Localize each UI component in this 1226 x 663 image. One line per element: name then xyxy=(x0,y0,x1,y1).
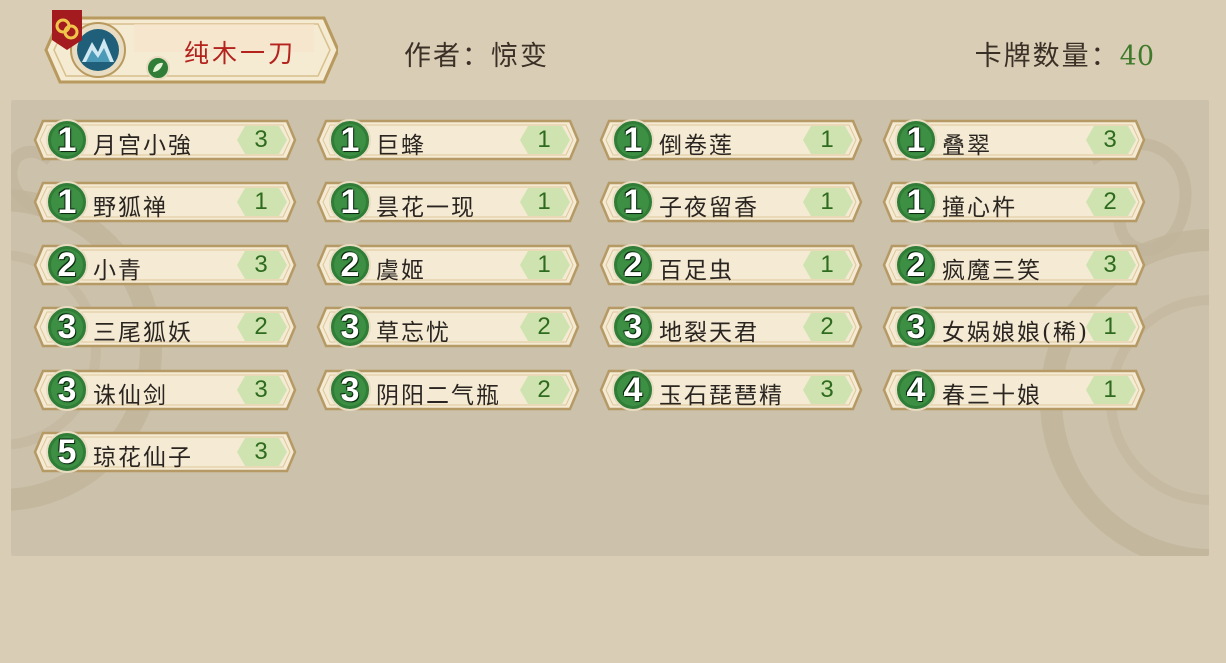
card-entry[interactable]: 1 撞心杵 2 xyxy=(882,180,1146,224)
card-name: 百足虫 xyxy=(659,258,734,284)
card-cost: 1 xyxy=(57,182,77,221)
card-quantity: 1 xyxy=(537,251,551,278)
card-name: 月宫小強 xyxy=(93,133,193,159)
author-label: 作者： xyxy=(404,41,491,72)
card-quantity: 1 xyxy=(820,251,834,278)
card-quantity: 1 xyxy=(254,188,268,215)
card-cost: 1 xyxy=(906,120,926,159)
card-cost: 1 xyxy=(340,182,360,221)
deck-title-badge[interactable]: 纯木一刀 xyxy=(38,10,338,86)
deck-header: 纯木一刀 作者：惊变 卡牌数量：40 xyxy=(0,0,1226,98)
card-cost: 3 xyxy=(340,307,360,346)
card-name: 诛仙剑 xyxy=(93,383,168,409)
card-name: 草忘忧 xyxy=(376,320,451,346)
card-list-panel: 1 月宫小強 3 1 巨蜂 1 1 倒卷莲 1 1 叠翠 3 1 野狐禅 1 1 昙花一现 1 1 子夜留香 1 1 撞心杵… xyxy=(11,100,1209,556)
card-entry[interactable]: 4 春三十娘 1 xyxy=(882,368,1146,412)
card-quantity: 3 xyxy=(254,251,268,278)
card-cost: 5 xyxy=(57,432,77,471)
card-cost: 2 xyxy=(906,245,926,284)
card-quantity: 1 xyxy=(1103,313,1117,340)
card-cost: 3 xyxy=(906,307,926,346)
card-entry[interactable]: 3 女娲娘娘(稀) 1 xyxy=(882,305,1146,349)
card-name: 野狐禅 xyxy=(93,195,168,221)
card-entry[interactable]: 1 子夜留香 1 xyxy=(599,180,863,224)
card-cost: 1 xyxy=(623,182,643,221)
card-cost: 3 xyxy=(623,307,643,346)
card-name: 虞姬 xyxy=(376,258,426,284)
card-name: 玉石琵琶精 xyxy=(659,383,784,409)
card-name: 女娲娘娘(稀) xyxy=(942,320,1089,346)
card-entry[interactable]: 3 三尾狐妖 2 xyxy=(33,305,297,349)
deck-name: 纯木一刀 xyxy=(184,39,297,68)
card-cost: 1 xyxy=(623,120,643,159)
card-name: 子夜留香 xyxy=(659,195,759,221)
card-entry[interactable]: 4 玉石琵琶精 3 xyxy=(599,368,863,412)
card-name: 春三十娘 xyxy=(942,383,1042,409)
card-entry[interactable]: 2 小青 3 xyxy=(33,243,297,287)
card-name: 三尾狐妖 xyxy=(93,320,193,346)
card-quantity: 3 xyxy=(254,438,268,465)
card-quantity: 1 xyxy=(537,126,551,153)
card-entry[interactable]: 5 琼花仙子 3 xyxy=(33,430,297,474)
card-entry[interactable]: 1 倒卷莲 1 xyxy=(599,118,863,162)
card-name: 叠翠 xyxy=(942,133,992,159)
card-quantity: 3 xyxy=(1103,251,1117,278)
card-count: 卡牌数量：40 xyxy=(975,34,1154,73)
leaf-faction-icon xyxy=(146,56,170,80)
link-icon xyxy=(52,10,82,50)
card-cost: 2 xyxy=(623,245,643,284)
card-entry[interactable]: 1 野狐禅 1 xyxy=(33,180,297,224)
card-name: 地裂天君 xyxy=(659,320,759,346)
card-cost: 4 xyxy=(906,370,926,409)
card-quantity: 2 xyxy=(820,313,834,340)
deck-author: 作者：惊变 xyxy=(404,34,549,73)
card-entry[interactable]: 1 月宫小強 3 xyxy=(33,118,297,162)
card-entry[interactable]: 1 叠翠 3 xyxy=(882,118,1146,162)
card-quantity: 2 xyxy=(537,376,551,403)
card-quantity: 1 xyxy=(820,126,834,153)
card-cost: 2 xyxy=(57,245,77,284)
card-count-value: 40 xyxy=(1119,41,1154,72)
card-quantity: 1 xyxy=(820,188,834,215)
card-entry[interactable]: 1 巨蜂 1 xyxy=(316,118,580,162)
card-quantity: 1 xyxy=(537,188,551,215)
card-name: 阴阳二气瓶 xyxy=(376,383,501,409)
card-name: 疯魔三笑 xyxy=(942,258,1042,284)
card-name: 撞心杵 xyxy=(942,195,1017,221)
card-name: 小青 xyxy=(93,258,143,284)
card-quantity: 2 xyxy=(537,313,551,340)
card-cost: 1 xyxy=(340,120,360,159)
card-quantity: 2 xyxy=(254,313,268,340)
card-quantity: 3 xyxy=(254,126,268,153)
card-cost: 1 xyxy=(906,182,926,221)
card-cost: 3 xyxy=(57,370,77,409)
card-quantity: 3 xyxy=(254,376,268,403)
card-entry[interactable]: 2 疯魔三笑 3 xyxy=(882,243,1146,287)
card-cost: 4 xyxy=(623,370,643,409)
card-entry[interactable]: 3 草忘忧 2 xyxy=(316,305,580,349)
card-entry[interactable]: 3 阴阳二气瓶 2 xyxy=(316,368,580,412)
card-name: 昙花一现 xyxy=(376,195,476,221)
card-quantity: 1 xyxy=(1103,376,1117,403)
card-cost: 3 xyxy=(57,307,77,346)
card-count-label: 卡牌数量： xyxy=(974,41,1120,72)
card-name: 琼花仙子 xyxy=(93,445,193,471)
author-name: 惊变 xyxy=(491,41,549,72)
card-name: 巨蜂 xyxy=(376,133,426,159)
card-entry[interactable]: 3 地裂天君 2 xyxy=(599,305,863,349)
card-entry[interactable]: 2 百足虫 1 xyxy=(599,243,863,287)
card-entry[interactable]: 1 昙花一现 1 xyxy=(316,180,580,224)
card-quantity: 3 xyxy=(820,376,834,403)
card-entry[interactable]: 2 虞姬 1 xyxy=(316,243,580,287)
card-cost: 1 xyxy=(57,120,77,159)
card-entry[interactable]: 3 诛仙剑 3 xyxy=(33,368,297,412)
card-cost: 2 xyxy=(340,245,360,284)
card-quantity: 3 xyxy=(1103,126,1117,153)
card-cost: 3 xyxy=(340,370,360,409)
card-name: 倒卷莲 xyxy=(659,133,734,159)
card-quantity: 2 xyxy=(1103,188,1117,215)
